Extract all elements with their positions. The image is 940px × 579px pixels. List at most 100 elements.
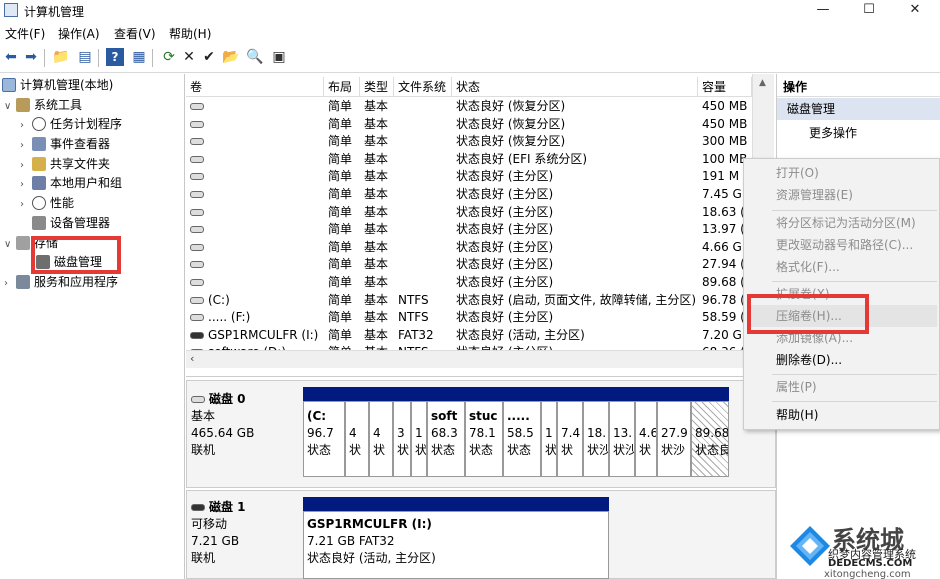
column-capacity[interactable]: 容量 (698, 77, 752, 97)
chevron-right-icon[interactable]: › (20, 117, 32, 135)
chevron-right-icon[interactable]: › (20, 137, 32, 155)
table-row[interactable]: 简单 基本 状态良好 (主分区) 7.45 G (186, 186, 752, 204)
partition-block[interactable]: 18. 状沙 (583, 401, 609, 477)
folder-up-icon[interactable]: 📁 (52, 48, 70, 66)
table-row[interactable]: 简单 基本 状态良好 (主分区) 13.97 ( (186, 221, 752, 239)
disk-settings-icon[interactable]: ▣ (270, 48, 288, 66)
partition-block[interactable]: 1状 (411, 401, 427, 477)
table-row[interactable]: 简单 基本 状态良好 (恢复分区) 300 MB (186, 133, 752, 151)
disk1-row[interactable]: 磁盘 1 可移动 7.21 GB 联机 GSP1RMCULFR (I:) 7.2… (186, 490, 776, 579)
refresh-icon[interactable]: ⟳ (160, 48, 178, 66)
tree-item-services[interactable]: › 服务和应用程序 (4, 273, 118, 291)
help-icon[interactable]: ? (106, 48, 124, 66)
menu-action[interactable]: 操作(A) (58, 25, 100, 42)
disk0-partition[interactable]: 89.68 状态良 (691, 387, 729, 479)
table-row[interactable]: 简单 基本 状态良好 (EFI 系统分区) 100 MB (186, 151, 752, 169)
forward-icon[interactable]: ➡ (22, 48, 40, 66)
disk0-partition[interactable]: (C: 96.7 状态 (303, 387, 345, 479)
disk0-partition[interactable]: soft 68.3 状态 (427, 387, 465, 479)
tree-item-task-scheduler[interactable]: › 任务计划程序 (20, 115, 122, 133)
partition-block[interactable]: 7.4 状 (557, 401, 583, 477)
disk0-row[interactable]: 磁盘 0 基本 465.64 GB 联机 (C: 96.7 状态 4状 4状 3状 … (186, 380, 776, 488)
close-button[interactable]: ✕ (892, 0, 938, 22)
menu-delete-volume[interactable]: 删除卷(D)... (776, 349, 842, 371)
menu-mark-active[interactable]: 将分区标记为活动分区(M) (776, 212, 916, 234)
partition-block[interactable]: (C: 96.7 状态 (303, 401, 345, 477)
partition-block[interactable]: 4.6 状 (635, 401, 657, 477)
horizontal-scrollbar[interactable]: ‹ (186, 350, 752, 368)
partition-block[interactable]: stuc 78.1 状态 (465, 401, 503, 477)
properties-icon[interactable]: ▦ (130, 48, 148, 66)
table-row[interactable]: (C:) 简单 基本 NTFS 状态良好 (启动, 页面文件, 故障转储, 主分区) 96… (186, 292, 752, 310)
tree-root[interactable]: 计算机管理(本地) (2, 76, 113, 94)
chevron-right-icon[interactable]: › (20, 196, 32, 214)
table-row[interactable]: ..... (F:) 简单 基本 NTFS 状态良好 (主分区) 58.59 ( (186, 309, 752, 327)
menu-help[interactable]: 帮助(H) (776, 404, 818, 426)
menu-help[interactable]: 帮助(H) (169, 25, 211, 42)
partition-block[interactable]: 3状 (393, 401, 411, 477)
chevron-right-icon[interactable]: › (20, 176, 32, 194)
partition-block[interactable]: 4状 (345, 401, 369, 477)
disk0-partition[interactable]: 7.4 状 (557, 387, 583, 479)
maximize-button[interactable]: ☐ (846, 0, 892, 22)
open-folder-icon[interactable]: 📂 (222, 48, 240, 66)
disk0-partition[interactable]: 4状 (369, 387, 393, 479)
partition-block[interactable]: 4状 (369, 401, 393, 477)
tree-item-shared-folders[interactable]: › 共享文件夹 (20, 155, 110, 173)
check-icon[interactable]: ✔ (200, 48, 218, 66)
table-row[interactable]: 简单 基本 状态良好 (主分区) 27.94 ( (186, 256, 752, 274)
back-icon[interactable]: ⬅ (2, 48, 20, 66)
disk0-partition[interactable]: stuc 78.1 状态 (465, 387, 503, 479)
partition-block[interactable]: 1状 (541, 401, 557, 477)
table-row[interactable]: 简单 基本 状态良好 (主分区) 4.66 G (186, 239, 752, 257)
disk0-partition[interactable]: ..... 58.5 状态 (503, 387, 541, 479)
table-row[interactable]: 简单 基本 状态良好 (恢复分区) 450 MB (186, 116, 752, 134)
more-actions-link[interactable]: 更多操作 (809, 124, 857, 141)
partition-block[interactable]: ..... 58.5 状态 (503, 401, 541, 477)
delete-icon[interactable]: ✕ (180, 48, 198, 66)
table-row[interactable]: 简单 基本 状态良好 (主分区) 18.63 ( (186, 204, 752, 222)
disk0-partition[interactable]: 27.9 状沙 (657, 387, 691, 479)
chevron-down-icon[interactable]: ∨ (4, 236, 16, 254)
menu-format[interactable]: 格式化(F)... (776, 256, 840, 278)
menu-view[interactable]: 查看(V) (114, 25, 156, 42)
tree-item-event-viewer[interactable]: › 事件查看器 (20, 135, 110, 153)
column-filesystem[interactable]: 文件系统 (394, 77, 452, 97)
table-row[interactable]: 简单 基本 状态良好 (主分区) 89.68 ( (186, 274, 752, 292)
tree-item-performance[interactable]: › 性能 (20, 194, 74, 212)
menu-explorer[interactable]: 资源管理器(E) (776, 184, 853, 206)
disk0-partition[interactable]: 1状 (411, 387, 427, 479)
menu-open[interactable]: 打开(O) (776, 162, 819, 184)
disk0-partition[interactable]: 13. 状沙 (609, 387, 635, 479)
partition-i[interactable]: GSP1RMCULFR (I:) 7.21 GB FAT32 状态良好 (活动,… (303, 511, 609, 579)
table-row[interactable]: 简单 基本 状态良好 (主分区) 191 M (186, 168, 752, 186)
partition-block[interactable]: 27.9 状沙 (657, 401, 691, 477)
menu-file[interactable]: 文件(F) (5, 25, 45, 42)
tree-item-local-users[interactable]: › 本地用户和组 (20, 174, 122, 192)
actions-section-disk-management[interactable]: 磁盘管理 (777, 98, 940, 120)
chevron-right-icon[interactable]: › (4, 275, 16, 293)
tree-item-system-tools[interactable]: ∨ 系统工具 (4, 96, 82, 114)
search-icon[interactable]: 🔍 (246, 48, 264, 66)
chevron-down-icon[interactable]: ∨ (4, 98, 16, 116)
disk0-partition[interactable]: 3状 (393, 387, 411, 479)
partition-block[interactable]: 89.68 状态良 (691, 401, 729, 477)
chevron-right-icon[interactable]: › (20, 157, 32, 175)
menu-change-letter[interactable]: 更改驱动器号和路径(C)... (776, 234, 913, 256)
disk0-partition[interactable]: 1状 (541, 387, 557, 479)
table-row[interactable]: GSP1RMCULFR (I:) 简单 基本 FAT32 状态良好 (活动, 主分区) 7… (186, 327, 752, 345)
partition-block[interactable]: 13. 状沙 (609, 401, 635, 477)
minimize-button[interactable]: — (800, 0, 846, 22)
show-hide-tree-icon[interactable]: ▤ (76, 48, 94, 66)
table-row[interactable]: 简单 基本 状态良好 (恢复分区) 450 MB (186, 98, 752, 116)
disk0-partition[interactable]: 18. 状沙 (583, 387, 609, 479)
disk0-partition[interactable]: 4.6 状 (635, 387, 657, 479)
partition-block[interactable]: soft 68.3 状态 (427, 401, 465, 477)
column-type[interactable]: 类型 (360, 77, 394, 97)
menu-properties[interactable]: 属性(P) (776, 376, 817, 398)
disk0-partition[interactable]: 4状 (345, 387, 369, 479)
tree-item-device-manager[interactable]: 设备管理器 (32, 214, 110, 232)
column-volume[interactable]: 卷 (186, 77, 324, 97)
column-status[interactable]: 状态 (452, 77, 698, 97)
column-layout[interactable]: 布局 (324, 77, 360, 97)
